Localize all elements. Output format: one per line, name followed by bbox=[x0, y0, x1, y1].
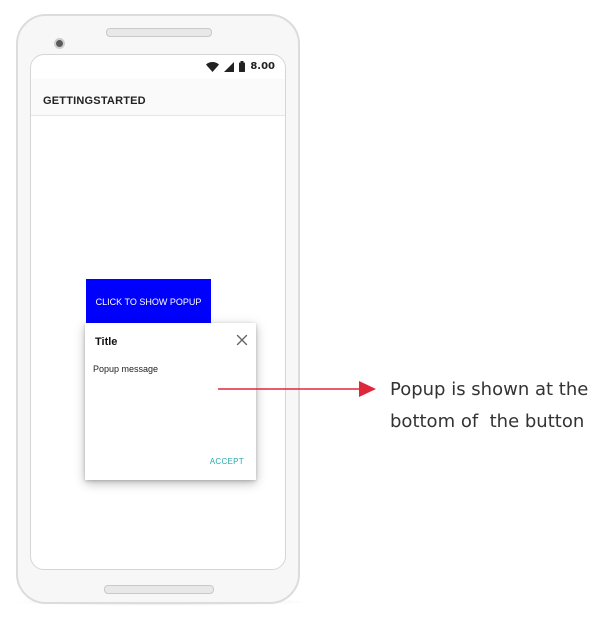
battery-icon bbox=[239, 61, 246, 72]
app-title: GETTINGSTARTED bbox=[43, 95, 146, 107]
speaker-grille bbox=[106, 28, 212, 37]
phone-frame: 8.00 GETTINGSTARTED CLICK TO SHOW POPUP … bbox=[16, 14, 300, 604]
device-screen: 8.00 GETTINGSTARTED CLICK TO SHOW POPUP … bbox=[30, 54, 286, 570]
app-bar: GETTINGSTARTED bbox=[31, 79, 285, 116]
annotation-text: Popup is shown at the bottom of the butt… bbox=[390, 374, 588, 438]
arrow-icon bbox=[218, 381, 376, 397]
annotation-line-2: bottom of the button bbox=[390, 411, 585, 432]
camera-icon bbox=[54, 38, 65, 49]
annotation-line-1: Popup is shown at the bbox=[390, 379, 589, 400]
status-bar: 8.00 bbox=[31, 55, 285, 79]
status-icons: 8.00 bbox=[206, 61, 275, 72]
popup-title: Title bbox=[95, 336, 118, 348]
show-popup-button[interactable]: CLICK TO SHOW POPUP bbox=[86, 279, 211, 324]
wifi-icon bbox=[206, 61, 220, 72]
popup-message: Popup message bbox=[93, 364, 159, 374]
signal-icon bbox=[224, 61, 235, 72]
accept-button[interactable]: ACCEPT bbox=[210, 457, 244, 466]
home-bar bbox=[104, 585, 214, 594]
close-icon[interactable] bbox=[234, 332, 250, 348]
popup-dialog: Title Popup message ACCEPT bbox=[85, 323, 256, 480]
status-time: 8.00 bbox=[250, 61, 275, 72]
